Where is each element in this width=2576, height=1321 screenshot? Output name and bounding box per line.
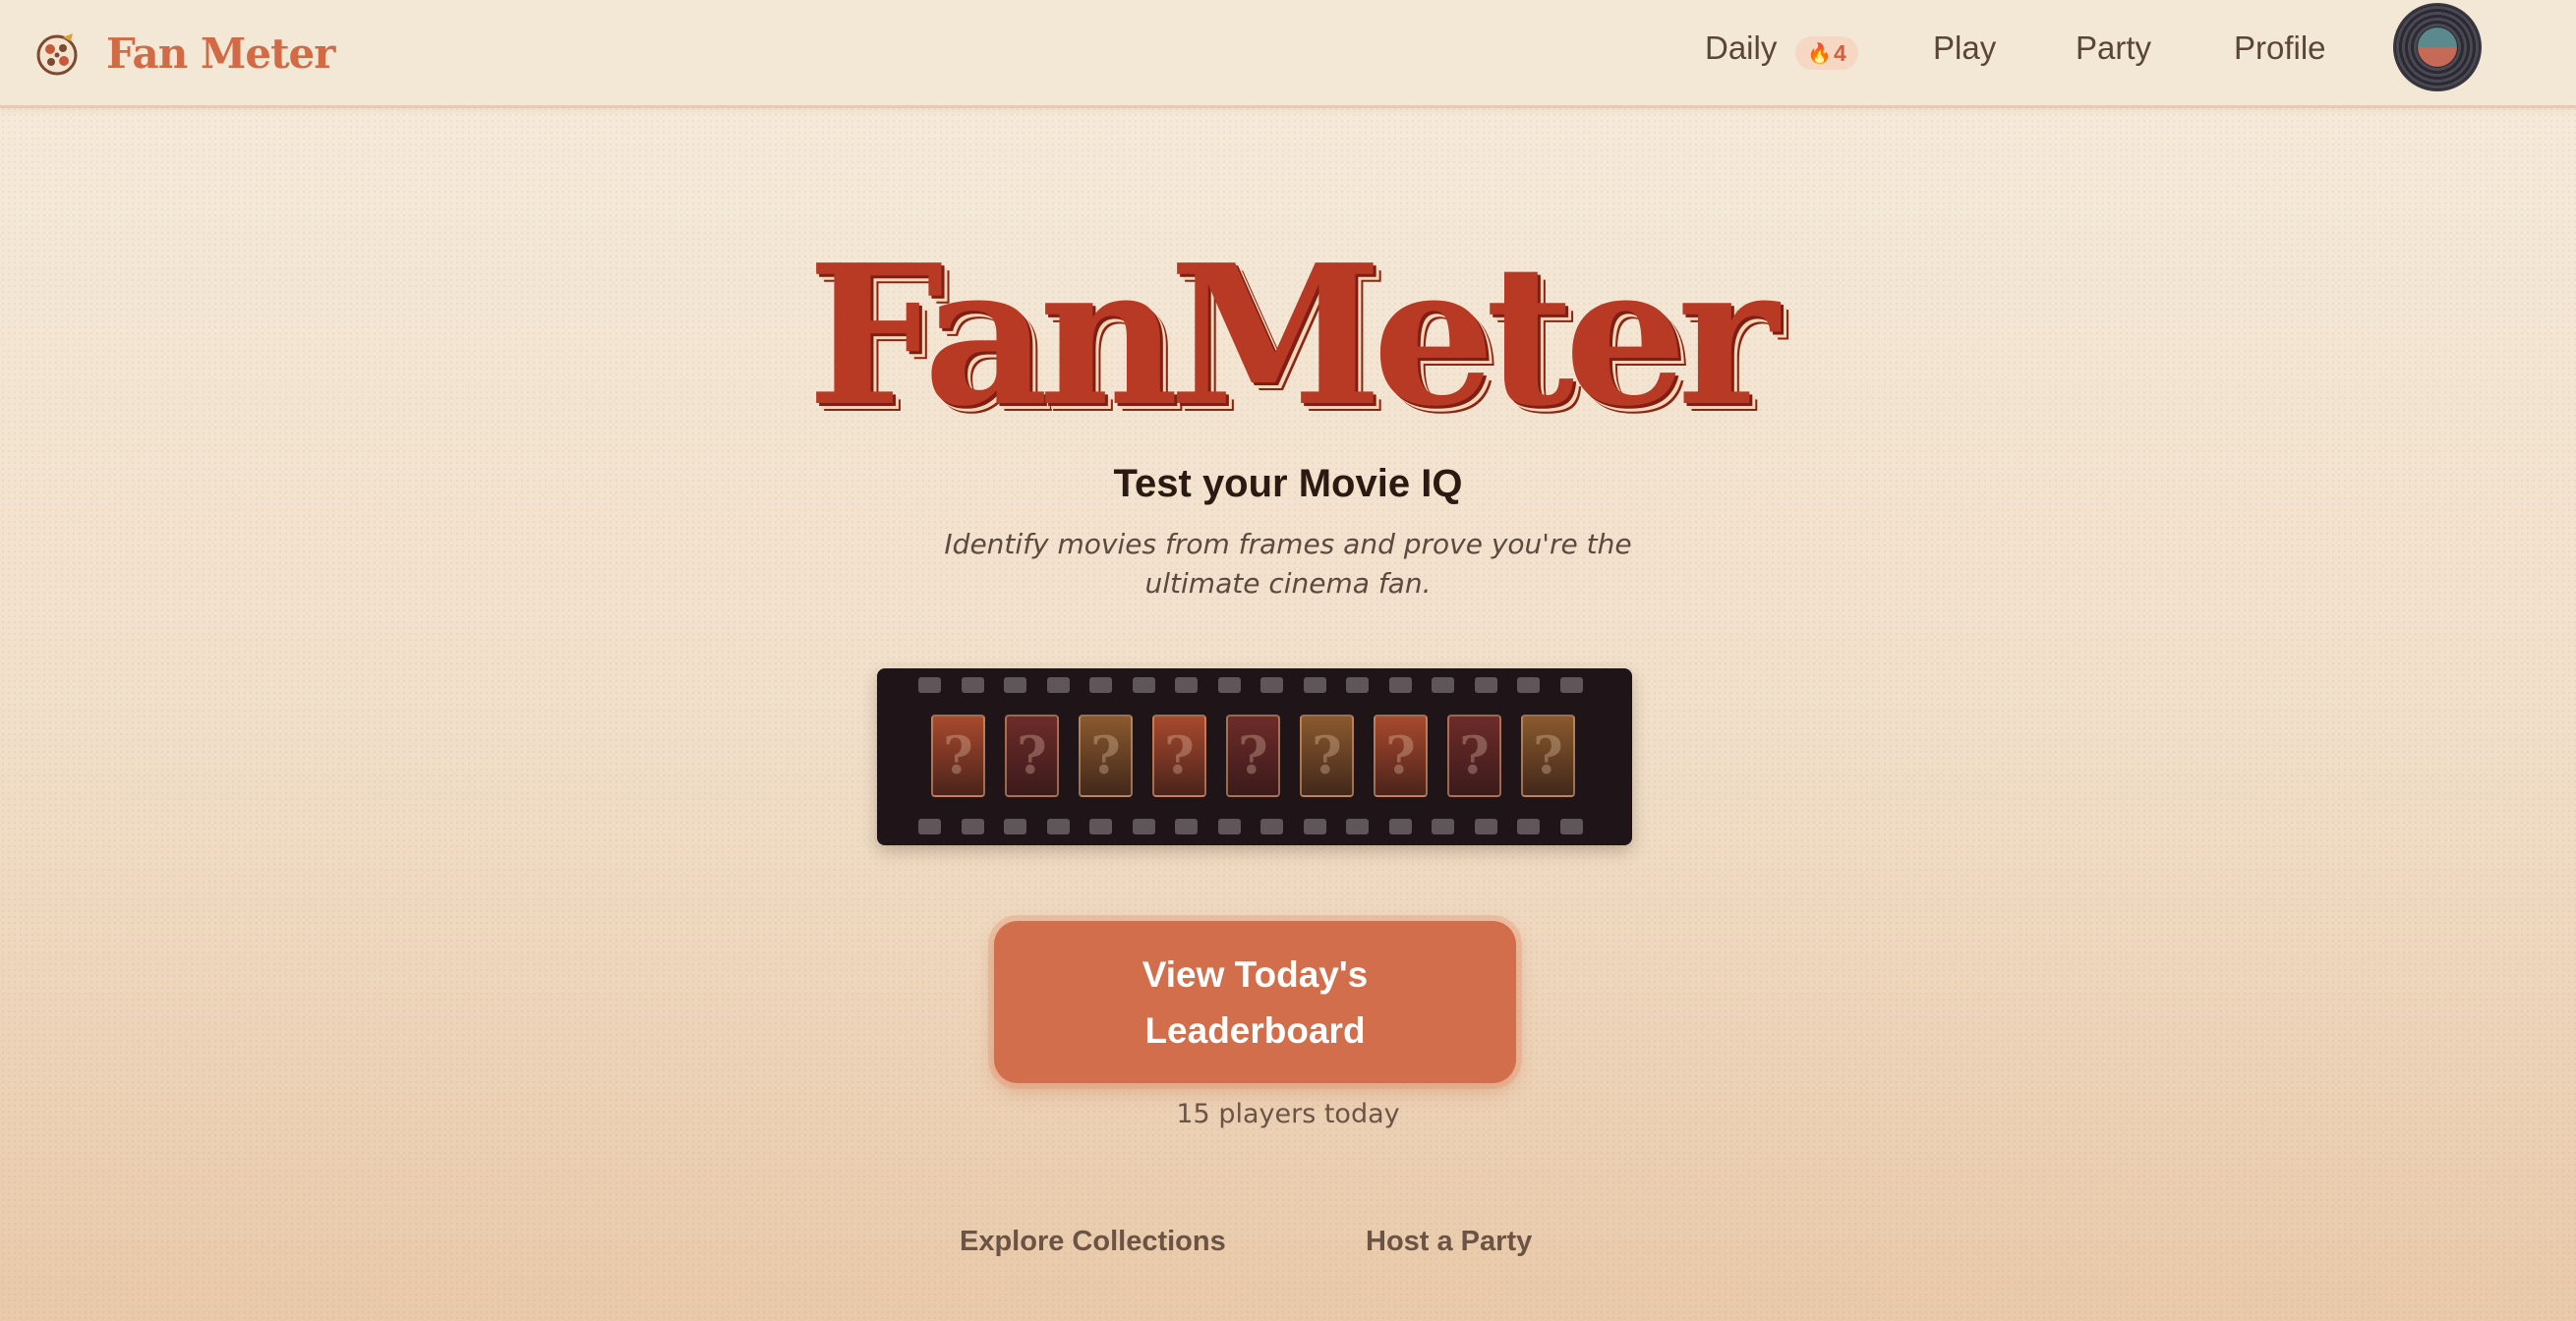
film-sprocket-hole (1004, 819, 1026, 834)
film-frames: ????????? (931, 715, 1575, 797)
mystery-frame: ? (1300, 715, 1354, 797)
mystery-frame: ? (1447, 715, 1501, 797)
film-sprocket-hole (1132, 677, 1155, 693)
film-sprocket-hole (1303, 819, 1326, 834)
film-strip: ????????? (877, 668, 1632, 845)
film-sprocket-hole (1004, 677, 1026, 693)
film-sprocket-hole (1175, 819, 1198, 834)
nav-play[interactable]: Play (1933, 29, 1996, 67)
film-sprocket-hole (1175, 677, 1198, 693)
hero-title: FanMeter (806, 223, 1779, 449)
mystery-frame: ? (1226, 715, 1280, 797)
film-sprocket-hole (1388, 677, 1412, 693)
film-sprocket-hole (1346, 677, 1369, 693)
film-reel-icon (36, 33, 78, 76)
film-sprocket-hole (1474, 677, 1497, 693)
film-sprocket-hole (1517, 677, 1540, 693)
film-sprocket-hole (1517, 819, 1540, 834)
mystery-frame: ? (1005, 715, 1059, 797)
brand-name: Fan Meter (106, 29, 335, 78)
film-sprocket-hole (1559, 819, 1583, 834)
view-leaderboard-button[interactable]: View Today's Leaderboard (994, 921, 1516, 1083)
top-nav: Fan Meter Daily 🔥 4 Play Party Profile (0, 0, 2576, 108)
film-sprocket-hole (961, 677, 984, 693)
nav-party[interactable]: Party (2076, 29, 2151, 67)
players-count: 15 players today (1176, 1099, 1400, 1129)
film-holes-top (918, 677, 1583, 693)
film-sprocket-hole (1432, 819, 1454, 834)
film-sprocket-hole (1260, 819, 1283, 834)
host-party-link[interactable]: Host a Party (1366, 1226, 1532, 1258)
film-sprocket-hole (1089, 819, 1112, 834)
film-sprocket-hole (1474, 819, 1497, 834)
film-sprocket-hole (1346, 819, 1369, 834)
mystery-frame: ? (1152, 715, 1206, 797)
mystery-frame: ? (931, 715, 985, 797)
streak-badge: 🔥 4 (1795, 36, 1858, 70)
brand-home-link[interactable]: Fan Meter (33, 28, 335, 79)
film-sprocket-hole (1303, 677, 1326, 693)
mystery-frame: ? (1521, 715, 1575, 797)
film-sprocket-hole (1388, 819, 1412, 834)
film-sprocket-hole (1217, 677, 1241, 693)
film-sprocket-hole (1260, 677, 1283, 693)
film-sprocket-hole (1046, 819, 1070, 834)
film-sprocket-hole (918, 677, 941, 693)
nav-profile[interactable]: Profile (2234, 29, 2326, 67)
mystery-frame: ? (1079, 715, 1133, 797)
flame-icon: 🔥 (1807, 42, 1833, 65)
explore-collections-link[interactable]: Explore Collections (960, 1226, 1226, 1258)
film-sprocket-hole (918, 819, 941, 834)
film-holes-bottom (918, 819, 1583, 834)
mystery-frame: ? (1374, 715, 1428, 797)
film-sprocket-hole (1217, 819, 1241, 834)
film-sprocket-hole (1132, 819, 1155, 834)
film-sprocket-hole (1559, 677, 1583, 693)
avatar[interactable] (2393, 3, 2482, 91)
film-sprocket-hole (1046, 677, 1070, 693)
hero-description: Identify movies from frames and prove yo… (944, 528, 1632, 600)
film-sprocket-hole (961, 819, 984, 834)
streak-count: 4 (1834, 39, 1846, 66)
film-sprocket-hole (1432, 677, 1454, 693)
nav-daily[interactable]: Daily (1705, 29, 1777, 67)
hero-subtitle: Test your Movie IQ (1113, 462, 1463, 505)
film-sprocket-hole (1089, 677, 1112, 693)
